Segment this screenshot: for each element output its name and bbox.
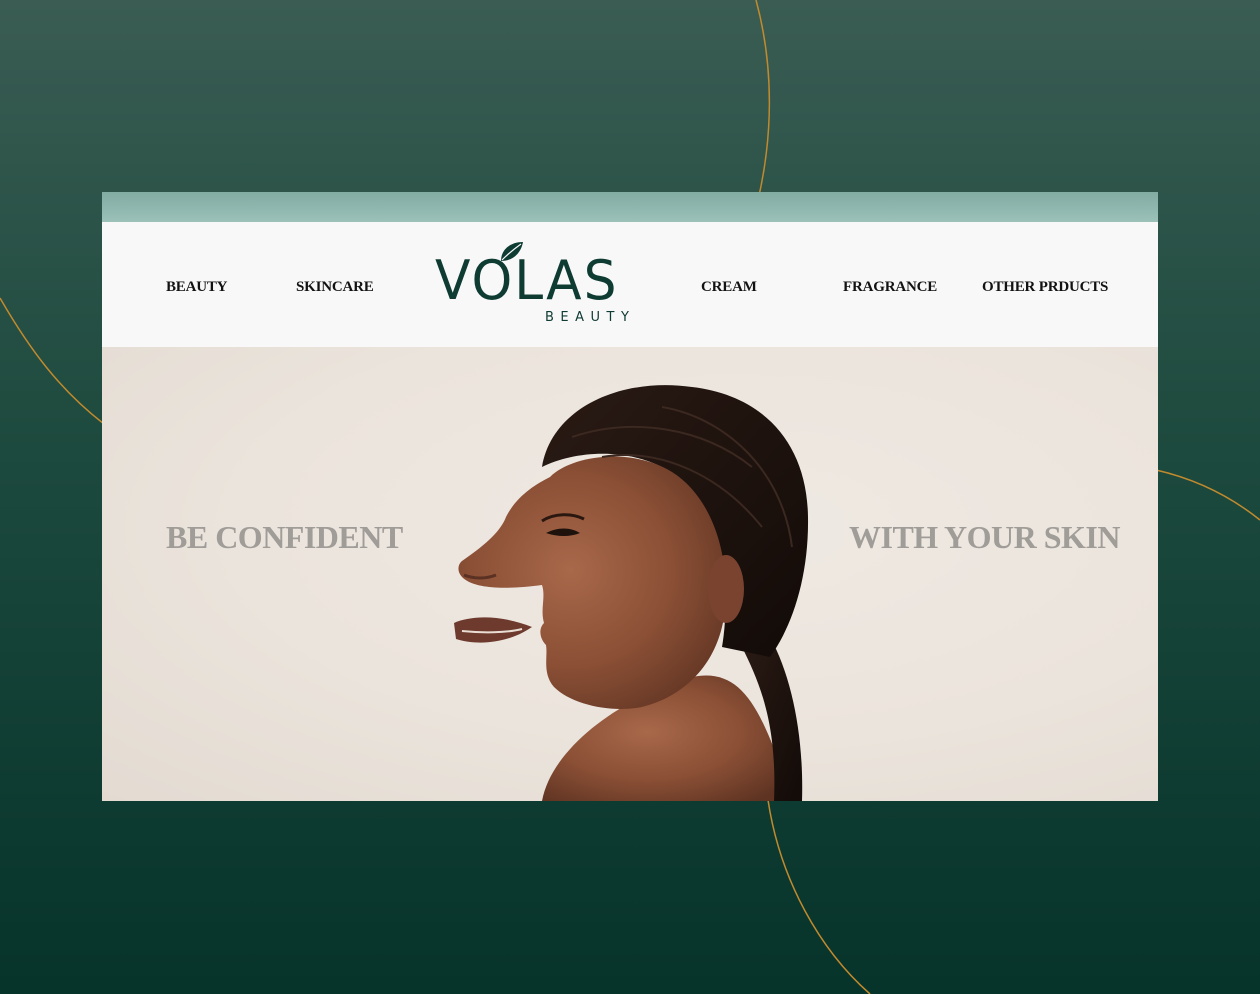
hero-headline-right: WITH YOUR SKIN (849, 519, 1120, 555)
nav-item-fragrance[interactable]: FRAGRANCE (843, 279, 937, 296)
logo-wordmark: VOLAS (435, 249, 619, 312)
leaf-icon (501, 242, 523, 261)
logo-subtitle: BEAUTY (545, 310, 636, 325)
website-window: BEAUTY SKINCARE VOLAS BEAUTY CREAM FRAGR… (102, 192, 1158, 801)
nav-item-cream[interactable]: CREAM (701, 279, 757, 296)
woman-portrait (454, 385, 809, 801)
hero-headline-left: BE CONFIDENT (166, 519, 403, 555)
hero-banner: BE CONFIDENT WITH YOUR SKIN (102, 347, 1158, 801)
brand-logo[interactable]: VOLAS BEAUTY (435, 238, 647, 328)
browser-top-strip (102, 192, 1158, 222)
nav-item-beauty[interactable]: BEAUTY (166, 279, 228, 296)
nav-item-skincare[interactable]: SKINCARE (296, 279, 374, 296)
nav-item-other-products[interactable]: OTHER PRDUCTS (982, 279, 1108, 296)
site-header: BEAUTY SKINCARE VOLAS BEAUTY CREAM FRAGR… (102, 222, 1158, 347)
